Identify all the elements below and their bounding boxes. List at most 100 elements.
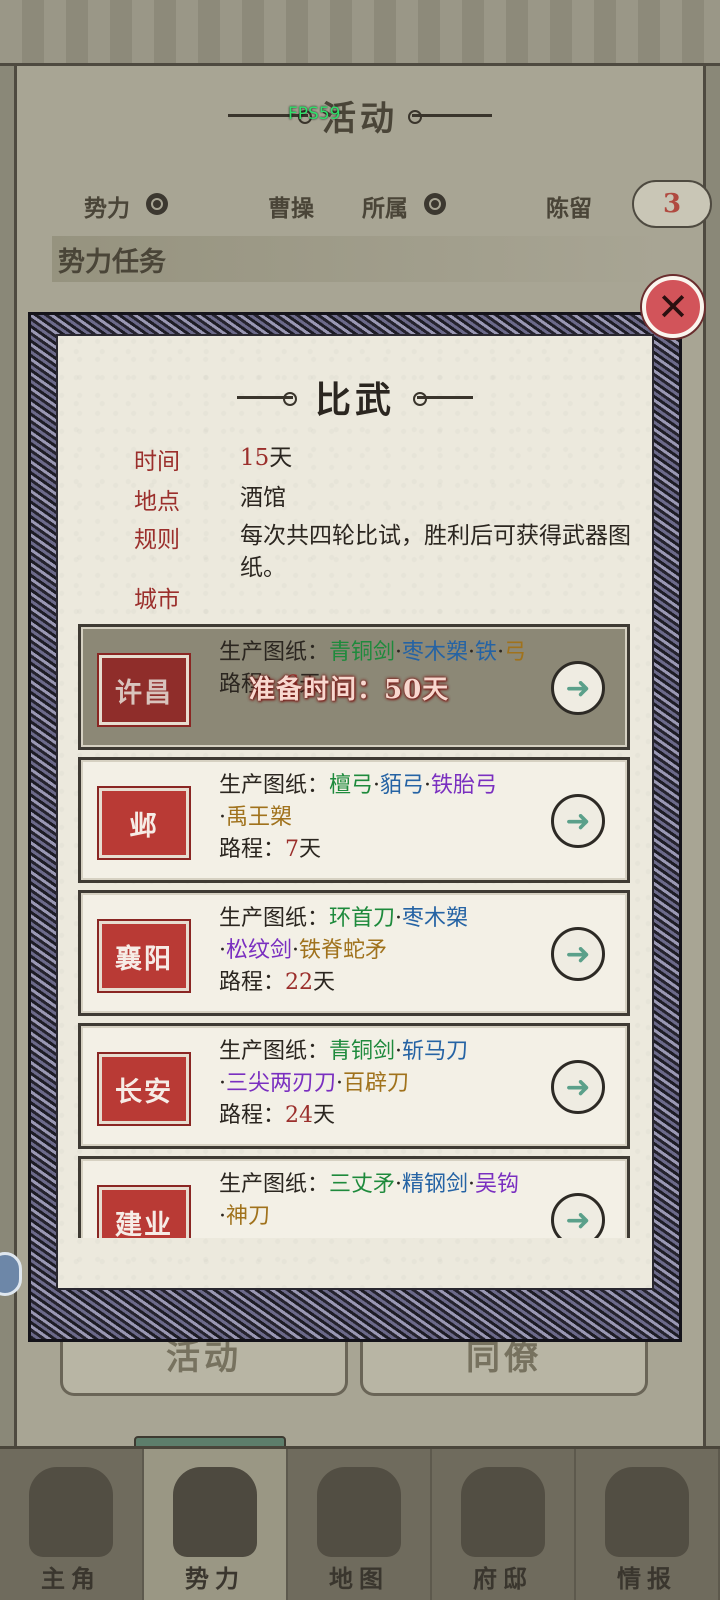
separator-dot: · [219, 938, 226, 963]
separator-dot: · [395, 1039, 403, 1064]
time-unit: 天 [269, 445, 293, 471]
blueprint-name: 铁 [475, 640, 498, 665]
separator-dot: · [395, 640, 403, 665]
blueprint-item: ·百辟刀 [336, 1071, 409, 1096]
nav-faction[interactable]: 势力 [144, 1449, 288, 1600]
city-card[interactable]: 邺生产图纸：檀弓·貊弓·铁胎弓·禹王槊 路程：7天 ➜ [78, 757, 630, 883]
info-value: 每次共四轮比试，胜利后可获得武器图纸。 [240, 523, 631, 581]
blueprint-item: ·铁 [468, 640, 497, 665]
separator-dot: · [395, 1172, 403, 1197]
flag-icon [173, 1467, 257, 1557]
city-card[interactable]: 许昌 生产图纸：青铜剑·枣木槊·铁·弓 路程：6天 准备时间：50天 ➜ [78, 624, 630, 750]
nav-label: 势力 [185, 1564, 245, 1593]
blueprint-name: 檀弓 [329, 773, 374, 798]
blueprint-name: 三丈矛 [329, 1172, 396, 1197]
blueprint-name: 枣木槊 [402, 906, 469, 931]
city-card[interactable]: 建业 生产图纸：三丈矛·精钢剑·吴钩·神刀 ➜ [78, 1156, 630, 1238]
route-days: 24 [285, 1103, 314, 1128]
route-label: 路程： [219, 1103, 286, 1128]
blueprint-name: 松纹剑 [226, 938, 293, 963]
hero-icon [29, 1467, 113, 1557]
blueprint-info: 生产图纸：檀弓·貊弓·铁胎弓·禹王槊 路程：7天 [219, 770, 539, 866]
info-label: 城市 [134, 587, 180, 613]
nav-label: 地图 [329, 1564, 389, 1593]
separator-dot: · [219, 805, 226, 830]
nav-hero[interactable]: 主角 [0, 1449, 144, 1600]
blueprint-item: ·貊弓 [373, 773, 424, 798]
separator-dot: · [219, 1204, 226, 1229]
blueprint-name: 铁脊蛇矛 [299, 938, 388, 963]
faction-filter-value[interactable]: 曹操 [268, 189, 314, 223]
city-seal: 邺 [97, 786, 191, 860]
close-button[interactable]: ✕ [642, 276, 704, 338]
bottom-nav: 主角 势力 地图 府邸 情报 [0, 1446, 720, 1600]
blueprint-label: 生产图纸： [219, 1039, 330, 1064]
separator-dot: · [292, 938, 300, 963]
nav-mansion[interactable]: 府邸 [432, 1449, 576, 1600]
city-card[interactable]: 襄阳 生产图纸：环首刀·枣木槊·松纹剑·铁脊蛇矛 路程：22天 ➜ [78, 890, 630, 1016]
route-days: 22 [285, 970, 314, 995]
blueprint-item: ·精钢剑 [395, 1172, 468, 1197]
blueprint-label: 生产图纸： [219, 1172, 330, 1197]
arrow-right-icon: ➜ [565, 1069, 591, 1105]
blueprint-item: ·枣木槊 [395, 906, 468, 931]
blueprint-item: ·枣木槊 [395, 640, 468, 665]
go-button[interactable]: ➜ [551, 661, 605, 715]
badge-count: 3 [662, 189, 682, 219]
go-button[interactable]: ➜ [551, 927, 605, 981]
blueprint-line: 生产图纸：三丈矛·精钢剑·吴钩·神刀 [219, 1169, 539, 1233]
go-button[interactable]: ➜ [551, 1060, 605, 1114]
top-decorative-border [0, 0, 720, 66]
separator-dot: · [336, 1071, 344, 1096]
blueprint-info: 生产图纸：环首刀·枣木槊·松纹剑·铁脊蛇矛 路程：22天 [219, 903, 539, 999]
search-icon[interactable] [146, 193, 168, 215]
cloud-badge[interactable]: 3 [632, 180, 712, 228]
route-label: 路程： [219, 837, 286, 862]
blueprint-name: 枣木槊 [402, 640, 469, 665]
owner-filter-value[interactable]: 陈留 [546, 189, 592, 223]
blueprint-item: ·松纹剑 [219, 938, 292, 963]
arrow-right-icon: ➜ [565, 803, 591, 839]
arrow-right-icon: ➜ [565, 670, 591, 706]
info-value: 酒馆 [240, 485, 286, 511]
route-line: 路程：24天 [219, 1100, 539, 1132]
go-button[interactable]: ➜ [551, 1193, 605, 1238]
separator-dot: · [395, 906, 403, 931]
blueprint-name: 弓 [504, 640, 527, 665]
close-icon: ✕ [657, 285, 689, 329]
background-title-bar: 活动 [0, 90, 720, 140]
route-unit: 天 [299, 837, 322, 862]
blueprint-name: 吴钩 [475, 1172, 520, 1197]
info-label: 规则 [134, 527, 180, 553]
search-icon[interactable] [424, 193, 446, 215]
info-label: 地点 [134, 489, 180, 515]
modal-title-bar: 比武 [56, 372, 654, 422]
blueprint-item: ·弓 [497, 640, 526, 665]
route-days: 7 [285, 837, 300, 862]
city-list[interactable]: 许昌 生产图纸：青铜剑·枣木槊·铁·弓 路程：6天 准备时间：50天 ➜ 邺生产图纸：檀弓… [78, 624, 630, 1238]
nav-intel[interactable]: 情报 [576, 1449, 720, 1600]
blueprint-name: 铁胎弓 [431, 773, 498, 798]
go-button[interactable]: ➜ [551, 794, 605, 848]
blueprint-label: 生产图纸： [219, 640, 330, 665]
info-value: 15天 [240, 442, 642, 474]
blueprint-name: 环首刀 [329, 906, 396, 931]
nav-label: 情报 [617, 1564, 677, 1593]
blueprint-name: 青铜剑 [329, 640, 396, 665]
title-ornament-right [408, 109, 492, 124]
nav-map[interactable]: 地图 [288, 1449, 432, 1600]
blueprint-item: 青铜剑 [329, 640, 395, 665]
blueprint-item: 檀弓 [329, 773, 373, 798]
title-ornament-right [413, 391, 473, 406]
scroll-icon [605, 1467, 689, 1557]
mansion-icon [461, 1467, 545, 1557]
blueprint-item: 环首刀 [329, 906, 395, 931]
city-card[interactable]: 长安 生产图纸：青铜剑·斩马刀·三尖两刃刀·百辟刀 路程：24天 ➜ [78, 1023, 630, 1149]
owner-filter-label: 所属 [362, 195, 408, 222]
blueprint-name: 三尖两刃刀 [226, 1071, 337, 1096]
blueprint-name: 貊弓 [380, 773, 425, 798]
blueprint-line: 生产图纸：环首刀·枣木槊·松纹剑·铁脊蛇矛 [219, 903, 539, 967]
route-unit: 天 [313, 1103, 336, 1128]
modal-title: 比武 [314, 379, 395, 421]
separator-dot: · [424, 773, 432, 798]
